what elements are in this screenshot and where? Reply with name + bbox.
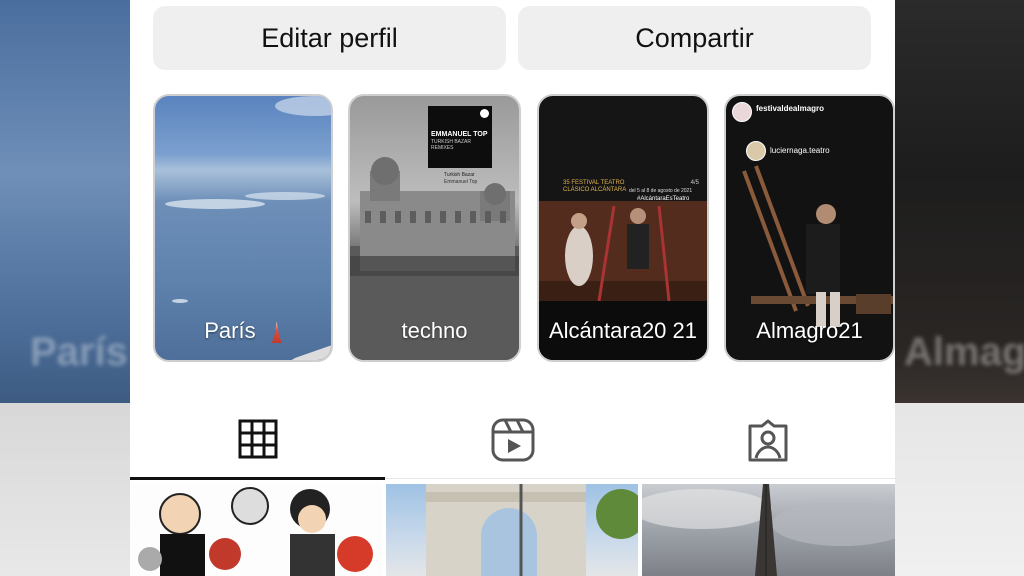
highlight-alcantara[interactable]: 35 FESTIVAL TEATRO CLÁSICO ALCÁNTARA del… — [537, 94, 709, 362]
ghost-text-right: Almagro21 — [904, 330, 1024, 374]
tower-emoji-icon — [271, 321, 282, 344]
album-cover: EMMANUEL TOP TURKISH BAZAR REMIXES — [428, 106, 492, 168]
avatar — [746, 141, 766, 161]
profile-panel: Editar perfil Compartir París EMMANUEL T… — [130, 0, 895, 576]
festival-dates: del 5 al 8 de agosto de 2021 — [629, 188, 693, 194]
cartoon-characters-image — [138, 487, 373, 576]
share-profile-button[interactable]: Compartir — [518, 6, 871, 70]
edit-profile-button[interactable]: Editar perfil — [153, 6, 506, 70]
post-thumbnail[interactable] — [130, 484, 382, 576]
ghost-text-left: París — [30, 330, 128, 374]
highlight-label: Almagro21 — [756, 318, 863, 343]
story-counter: 4/5 — [690, 180, 699, 186]
mention-user-2: luciernaga.teatro — [770, 146, 830, 155]
profile-tabs — [130, 400, 895, 480]
post-thumbnail[interactable] — [642, 484, 895, 576]
tagged-icon — [748, 419, 787, 462]
highlight-label: Alcántara20 21 — [549, 318, 697, 343]
tab-reels[interactable] — [385, 400, 640, 480]
festival-hashtag: #AlcántaraEsTeatro — [637, 196, 690, 202]
reels-icon — [491, 418, 534, 462]
highlight-almagro[interactable]: festivaldealmagro luciernaga.teatro Alma… — [724, 94, 895, 362]
track-name: Turkish Bazar — [444, 172, 475, 178]
grid-icon — [238, 419, 277, 458]
highlight-label: techno — [401, 318, 468, 343]
highlight-techno[interactable]: EMMANUEL TOP TURKISH BAZAR REMIXES Turki… — [348, 94, 521, 362]
album-title: EMMANUEL TOP — [431, 131, 488, 138]
tab-grid[interactable] — [130, 400, 385, 480]
avatar — [732, 102, 752, 122]
eiffel-tower-image — [642, 484, 895, 576]
arc-de-triomphe-image — [426, 484, 638, 576]
info-icon — [480, 109, 489, 118]
highlight-paris[interactable]: París — [153, 94, 333, 362]
mention-user-1: festivaldealmagro — [756, 104, 825, 113]
tabs-divider — [385, 478, 895, 479]
tab-tagged[interactable] — [640, 400, 895, 480]
album-subtitle: TURKISH BAZAR REMIXES — [431, 139, 472, 151]
track-artist: Emmanuel Top — [444, 179, 478, 185]
post-thumbnail[interactable] — [386, 484, 638, 576]
blurred-background-left: París — [0, 0, 130, 576]
highlight-label: París — [155, 318, 331, 344]
blurred-background-right: Almagro21 — [894, 0, 1024, 576]
festival-title: 35 FESTIVAL TEATRO CLÁSICO ALCÁNTARA — [563, 180, 627, 193]
